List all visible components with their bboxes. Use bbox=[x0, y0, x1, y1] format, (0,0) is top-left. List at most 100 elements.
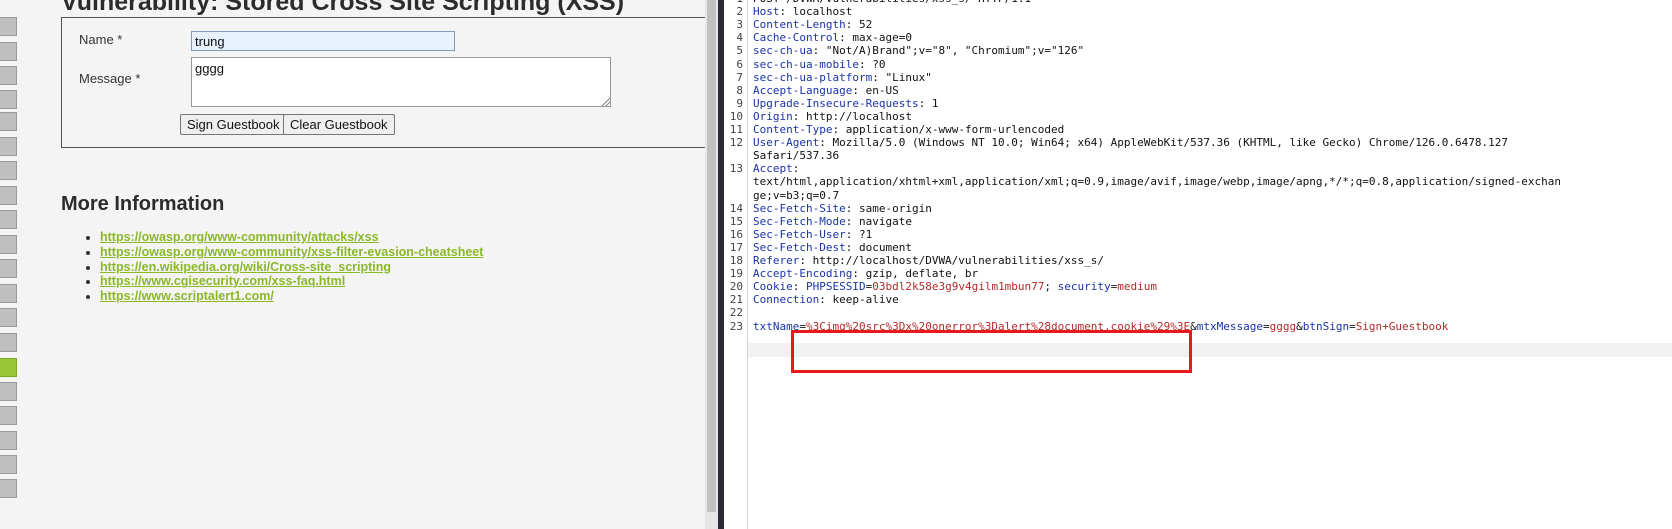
request-line: Safari/537.36 bbox=[753, 149, 839, 163]
line-number: 20 bbox=[729, 280, 743, 294]
nav-tab[interactable] bbox=[0, 66, 17, 85]
page-scrollbar[interactable] bbox=[705, 0, 718, 529]
header-separator: : bbox=[845, 240, 859, 254]
request-line-text: ge;v=b3;q=0.7 bbox=[753, 188, 840, 202]
more-info-link[interactable]: https://www.cgisecurity.com/xss-faq.html bbox=[100, 274, 345, 288]
header-name: Content-Type bbox=[753, 123, 833, 136]
request-line: Origin: http://localhost bbox=[753, 110, 912, 124]
more-info-link[interactable]: https://owasp.org/www-community/xss-filt… bbox=[100, 245, 483, 259]
header-name: Cache-Control bbox=[753, 31, 840, 45]
request-line: Content-Type: application/x-www-form-url… bbox=[753, 123, 1064, 137]
nav-tab[interactable] bbox=[0, 333, 17, 352]
nav-tab[interactable] bbox=[0, 137, 17, 156]
header-name: Sec-Fetch-Site bbox=[753, 201, 846, 215]
line-number: 22 bbox=[729, 306, 743, 320]
request-line: text/html,application/xhtml+xml,applicat… bbox=[753, 175, 1561, 189]
line-number: 17 bbox=[729, 240, 743, 254]
nav-tab[interactable] bbox=[0, 210, 17, 229]
request-line: Sec-Fetch-User: ?1 bbox=[753, 228, 872, 242]
request-line: sec-ch-ua-mobile: ?0 bbox=[753, 58, 885, 72]
line-number: 12 bbox=[729, 136, 743, 150]
page-title: Vulnerability: Stored Cross Site Scripti… bbox=[61, 0, 625, 16]
nav-tab[interactable] bbox=[0, 431, 17, 450]
header-name: Connection bbox=[753, 293, 820, 307]
header-value: document bbox=[858, 240, 912, 254]
param-equals: = bbox=[799, 319, 806, 333]
more-info-heading: More Information bbox=[61, 193, 225, 215]
header-separator: : bbox=[812, 44, 826, 58]
name-input[interactable] bbox=[191, 31, 455, 51]
nav-tab[interactable] bbox=[0, 17, 17, 36]
more-info-link[interactable]: https://en.wikipedia.org/wiki/Cross-site… bbox=[100, 260, 391, 274]
nav-tab[interactable] bbox=[0, 259, 17, 278]
more-info-link[interactable]: https://www.scriptalert1.com/ bbox=[100, 289, 274, 303]
header-name: sec-ch-ua-platform bbox=[753, 70, 873, 84]
header-name: Referer bbox=[753, 254, 800, 267]
param-value: Sign+Guestbook bbox=[1355, 319, 1449, 333]
line-number: 10 bbox=[729, 109, 743, 123]
nav-tab[interactable] bbox=[0, 406, 17, 425]
request-line-text: text/html,application/xhtml+xml,applicat… bbox=[753, 175, 1561, 189]
line-number-gutter: 1234567891011121314151617181920212223 bbox=[724, 0, 748, 529]
line-number: 3 bbox=[736, 18, 743, 32]
line-number bbox=[724, 189, 743, 203]
line-number: 7 bbox=[736, 70, 743, 84]
clear-guestbook-button[interactable]: Clear Guestbook bbox=[283, 114, 395, 135]
nav-tab[interactable] bbox=[0, 479, 17, 498]
request-line: Accept-Language: en-US bbox=[753, 84, 899, 98]
raw-request-editor[interactable]: 1234567891011121314151617181920212223 PO… bbox=[724, 0, 1672, 529]
header-separator: : bbox=[845, 214, 859, 228]
line-number: 11 bbox=[729, 123, 743, 136]
nav-tab[interactable] bbox=[0, 90, 17, 109]
header-value: "Not/A)Brand";v="8", "Chromium";v="126" bbox=[825, 44, 1085, 58]
request-line: User-Agent: Mozilla/5.0 (Windows NT 10.0… bbox=[753, 136, 1508, 150]
header-name: Cookie bbox=[753, 280, 793, 294]
more-info-item: https://owasp.org/www-community/attacks/… bbox=[100, 230, 483, 245]
header-separator: : bbox=[779, 5, 793, 19]
header-value: keep-alive bbox=[832, 293, 899, 307]
line-number bbox=[724, 175, 743, 189]
header-name: Accept bbox=[753, 162, 793, 176]
message-label: Message * bbox=[79, 71, 141, 86]
name-label: Name * bbox=[79, 32, 123, 47]
nav-tab[interactable] bbox=[0, 284, 17, 303]
nav-tab[interactable] bbox=[0, 382, 17, 401]
resize-grip-icon[interactable] bbox=[602, 98, 610, 106]
line-number: 21 bbox=[729, 293, 743, 307]
nav-tab[interactable] bbox=[0, 455, 17, 474]
param-name: txtName bbox=[753, 319, 800, 333]
more-info-item: https://www.cgisecurity.com/xss-faq.html bbox=[100, 274, 483, 289]
header-value: navigate bbox=[858, 214, 912, 228]
more-info-link[interactable]: https://owasp.org/www-community/attacks/… bbox=[100, 230, 379, 244]
header-separator: : bbox=[799, 254, 813, 267]
nav-tab[interactable] bbox=[0, 308, 17, 327]
browser-pane: Vulnerability: Stored Cross Site Scripti… bbox=[0, 0, 718, 529]
request-line: Sec-Fetch-Site: same-origin bbox=[753, 202, 932, 216]
scrollbar-thumb[interactable] bbox=[707, 0, 716, 512]
nav-tab[interactable] bbox=[0, 235, 17, 254]
request-line: Referer: http://localhost/DVWA/vulnerabi… bbox=[753, 254, 1104, 268]
header-name: Upgrade-Insecure-Requests bbox=[753, 96, 919, 110]
line-number: 13 bbox=[729, 162, 743, 176]
header-value: same-origin bbox=[858, 201, 932, 215]
header-value: ?1 bbox=[858, 227, 873, 241]
line-number: 16 bbox=[729, 227, 743, 241]
current-line-highlight bbox=[748, 343, 1672, 357]
nav-tab[interactable] bbox=[0, 42, 17, 61]
sign-guestbook-button[interactable]: Sign Guestbook bbox=[180, 114, 287, 135]
nav-tab-active[interactable] bbox=[0, 358, 17, 377]
nav-tab[interactable] bbox=[0, 161, 17, 180]
message-textarea[interactable]: gggg bbox=[191, 57, 611, 107]
line-number: 5 bbox=[736, 44, 743, 58]
nav-tab[interactable] bbox=[0, 186, 17, 205]
request-line: Sec-Fetch-Dest: document bbox=[753, 241, 912, 255]
param-name: btnSign bbox=[1302, 319, 1350, 333]
request-line: ge;v=b3;q=0.7 bbox=[753, 189, 839, 203]
header-name: Origin bbox=[753, 109, 793, 123]
more-info-item: https://www.scriptalert1.com/ bbox=[100, 289, 483, 304]
header-name: sec-ch-ua bbox=[753, 44, 813, 58]
more-info-list: https://owasp.org/www-community/attacks/… bbox=[81, 230, 483, 304]
cookie-value: 03bdl2k58e3g9v4gilm1mbun77 bbox=[872, 280, 1045, 294]
nav-tab[interactable] bbox=[0, 112, 17, 131]
header-name: Sec-Fetch-Mode bbox=[753, 214, 846, 228]
